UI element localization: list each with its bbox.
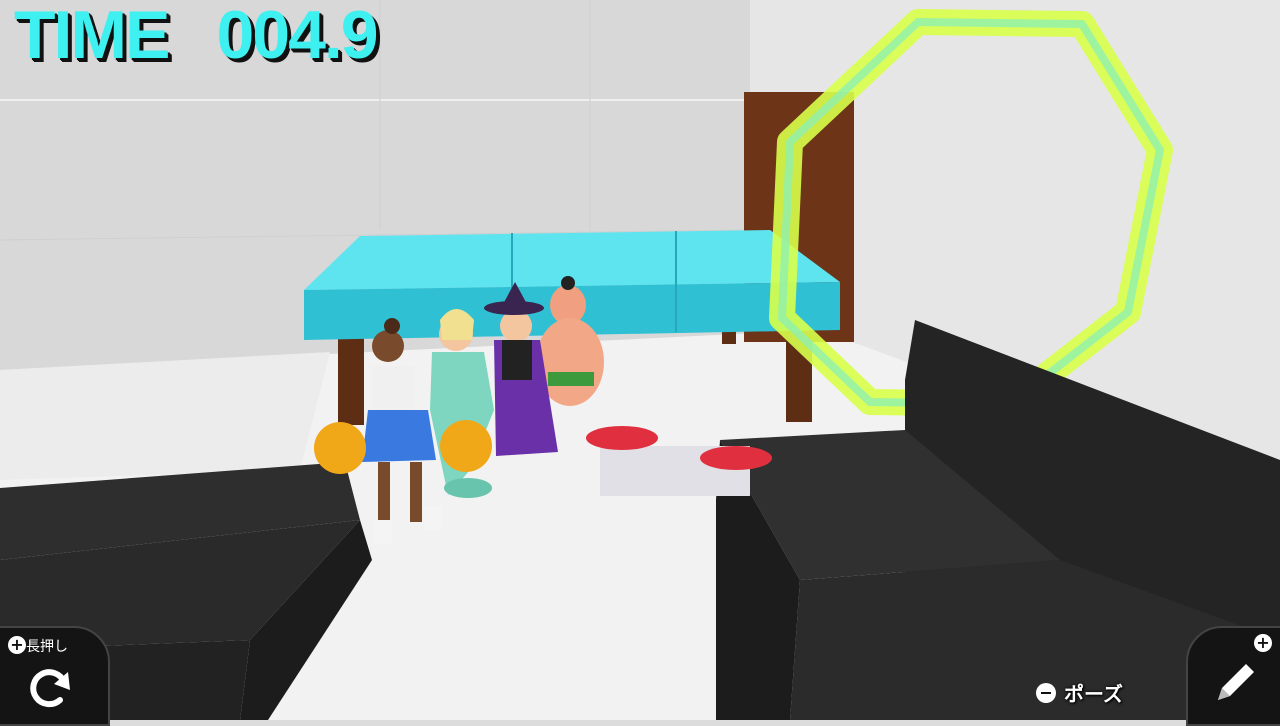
timer-display: TIME 004.9 [14, 0, 379, 74]
pause-button[interactable]: ポーズ [1036, 678, 1123, 707]
timer-value: 004.9 [216, 0, 378, 73]
restart-hold-label: 長押し [26, 639, 68, 655]
restart-icon [30, 669, 70, 708]
pompom [440, 420, 492, 472]
timer-label: TIME [14, 0, 170, 73]
pompom [314, 422, 366, 474]
pencil-icon [1218, 664, 1254, 700]
pause-label: ポーズ [1064, 682, 1123, 706]
game-scene [0, 0, 1280, 720]
minus-button-icon [1036, 682, 1056, 703]
restart-button[interactable]: + 長押し [0, 626, 110, 726]
edit-button[interactable]: + [1186, 626, 1280, 726]
plus-button-icon: + [8, 636, 26, 654]
plus-button-icon: + [1254, 634, 1272, 652]
table-leg [338, 335, 364, 425]
